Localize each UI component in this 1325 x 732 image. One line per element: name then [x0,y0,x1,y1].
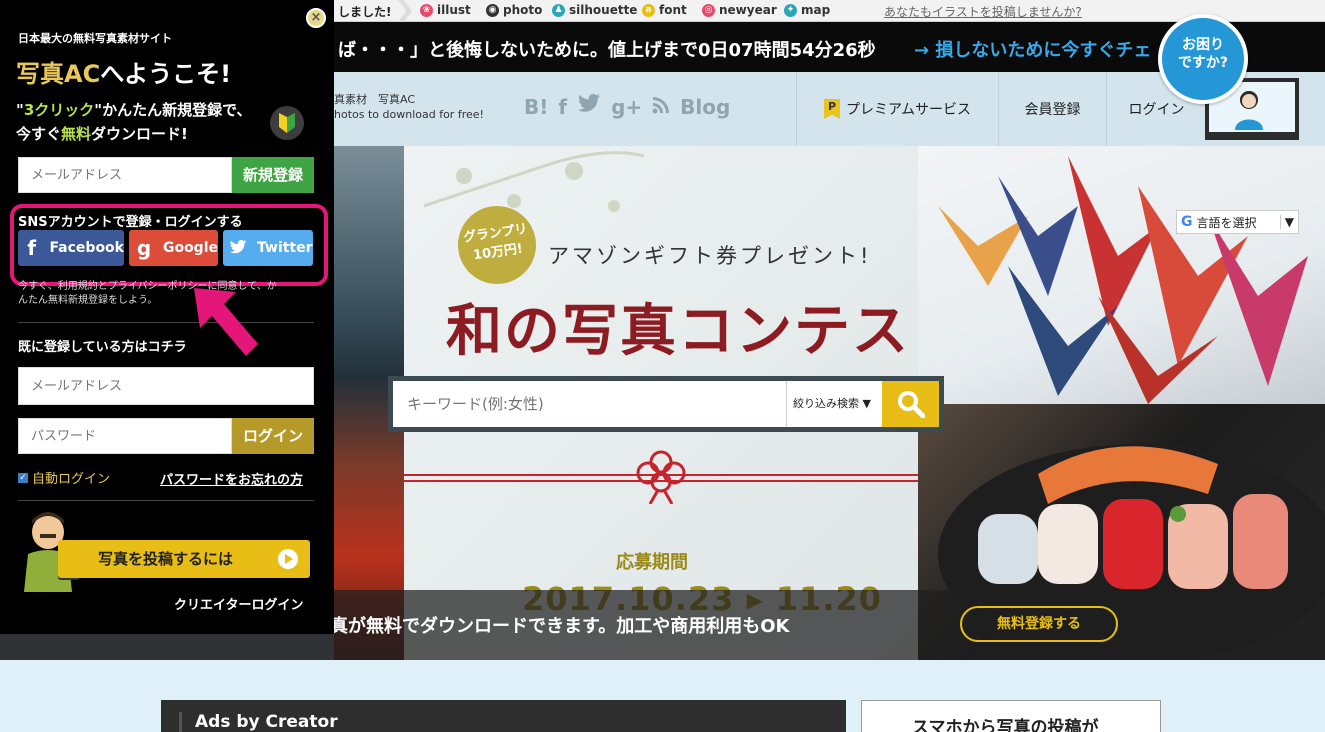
free-register-button[interactable]: 無料登録する [960,606,1118,642]
nav-link-silhouette[interactable]: ♟ silhouette [552,3,637,17]
beginner-mark-icon [270,106,304,140]
google-icon: g [136,236,152,260]
panel-tagline: 日本最大の無料写真素材サイト [18,32,172,45]
camera-icon: ◉ [486,3,499,17]
post-illustration-link[interactable]: あなたもイラストを投稿しませんか? [884,3,1082,20]
password-input[interactable] [18,418,232,454]
hatena-bookmark-icon[interactable]: B! [524,95,548,119]
help-chat-button[interactable]: お困り ですか? [1158,14,1248,104]
forgot-password-link[interactable]: パスワードをお忘れの方 [160,469,303,488]
mobile-upload-title: スマホから写真の投稿が [912,718,1099,732]
search-button[interactable] [882,381,939,427]
twitter-icon[interactable] [577,94,601,119]
mizuhiki-knot-icon [636,450,686,504]
ads-section-title: Ads by Creator [195,712,338,732]
google-plus-icon[interactable]: g+ [611,95,642,119]
nav-link-font[interactable]: a font [642,3,687,17]
keyword-search-input[interactable] [393,381,786,427]
search-icon [897,391,925,418]
google-translate-icon: G [1181,214,1193,230]
mobile-upload-box[interactable]: スマホから写真の投稿が [861,700,1161,732]
existing-user-label: 既に登録している方はコチラ [18,340,187,355]
entry-period-label: 応募期間 [616,552,688,573]
announcement-arrow-icon [398,0,412,22]
countdown-check-link[interactable]: → 損しないために今すぐチェ [914,36,1151,62]
signup-promo-text: "3クリック"かんたん新規登録で、 今すぐ無料ダウンロード! [16,101,252,143]
illust-icon: ❀ [420,3,433,17]
member-register-link[interactable]: 会員登録 [998,72,1106,146]
blog-link[interactable]: Blog [680,95,730,119]
nav-link-illust[interactable]: ❀ illust [420,3,471,17]
divider [18,500,314,501]
silhouette-icon: ♟ [552,3,565,17]
arrow-right-icon [278,549,298,569]
map-icon: ✦ [784,3,797,17]
login-overlay-panel: × 日本最大の無料写真素材サイト 写真ACへようこそ! "3クリック"かんたん新… [0,0,334,634]
announcement-text: しました! [338,5,392,19]
search-bar: 絞り込み検索 ▼ [388,376,944,432]
premium-badge-icon: P [823,99,840,119]
google-login-button[interactable]: g Google [129,230,218,266]
facebook-icon: f [27,236,37,260]
origami-crane-image [938,156,1308,404]
nav-link-newyear[interactable]: ◎ newyear [702,3,777,17]
signup-email-input[interactable] [18,157,232,193]
sns-login-label: SNSアカウントで登録・ログインする [18,215,243,230]
signup-button[interactable]: 新規登録 [232,157,314,193]
login-email-input[interactable] [18,367,314,405]
origami-cranes-photo [918,146,1325,404]
contest-title: 和の写真コンテスト [446,298,968,364]
chevron-down-icon: ▼ [1279,215,1298,229]
nav-link-photo[interactable]: ◉ photo [486,3,542,17]
newyear-icon: ◎ [702,3,715,17]
social-links: B! f g+ Blog [524,94,730,119]
section-marker [179,712,182,732]
facebook-login-button[interactable]: f Facebook [18,230,124,266]
language-select[interactable]: G 言語を選択 ▼ [1176,210,1299,234]
checkbox-checked-icon: ✓ [18,472,28,483]
countdown-text: ば・・・」と後悔しないために。値上げまで0日07時間54分26秒 [338,40,876,61]
close-icon[interactable]: × [306,8,326,28]
filter-search-dropdown[interactable]: 絞り込み検索 ▼ [786,381,882,427]
login-button[interactable]: ログイン [232,418,314,454]
premium-service-link[interactable]: P プレミアムサービス [796,72,998,146]
divider [18,322,314,323]
rss-icon[interactable] [652,95,670,119]
site-logo[interactable]: 真素材 写真AC hotos to download for free! [334,92,484,122]
twitter-bird-icon [223,236,253,260]
font-icon: a [642,3,655,17]
post-photos-button[interactable]: 写真を投稿するには [58,540,310,578]
welcome-heading: 写真ACへようこそ! [16,60,232,88]
support-agent-icon [1235,91,1263,130]
facebook-icon[interactable]: f [558,95,567,119]
ads-by-creator-section: Ads by Creator [161,700,846,732]
nav-link-map[interactable]: ✦ map [784,3,830,17]
pink-pointer-arrow-icon [194,288,258,356]
auto-login-checkbox[interactable]: ✓ 自動ログイン [18,468,110,487]
creator-login-link[interactable]: クリエイターログイン [174,594,303,613]
twitter-login-button[interactable]: Twitter [223,230,313,266]
prize-text: アマゾンギフト券プレゼント! [548,244,872,268]
